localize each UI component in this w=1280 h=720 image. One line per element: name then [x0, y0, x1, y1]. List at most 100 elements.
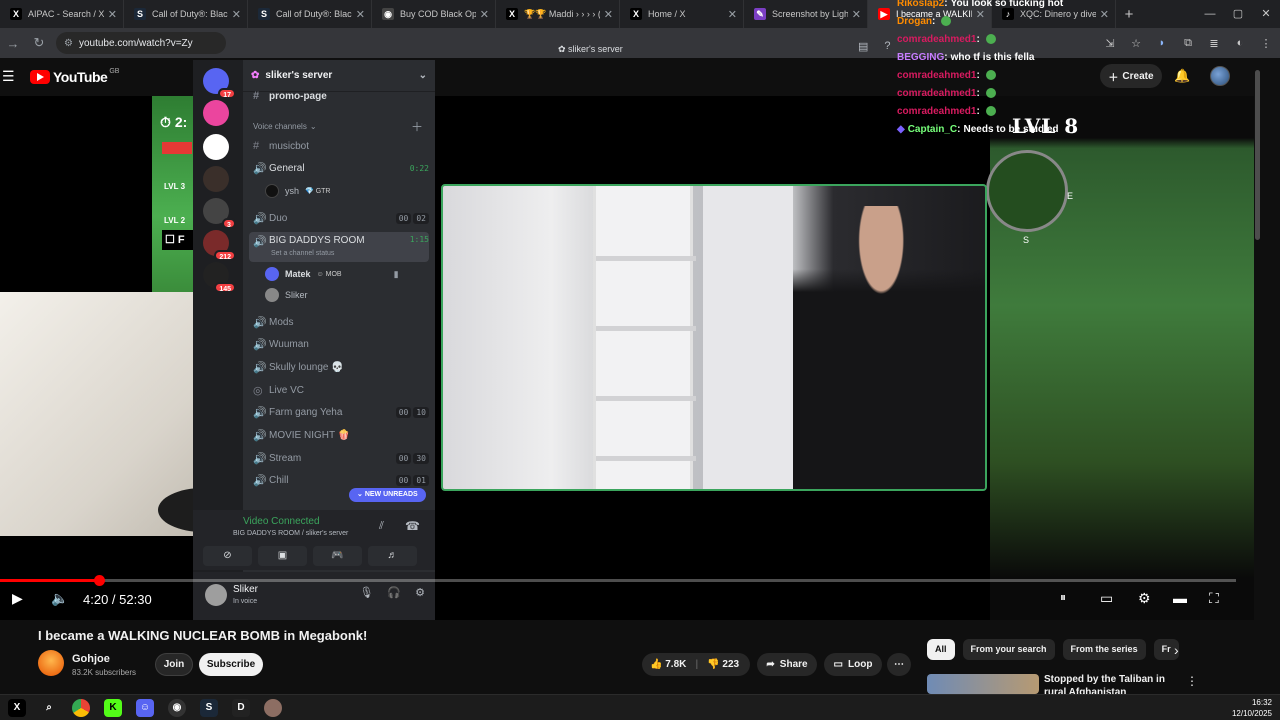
filter-chip[interactable]: From the series [1062, 639, 1146, 660]
new-unreads-button[interactable]: ⌄ NEW UNREADS [349, 488, 426, 502]
server-icon[interactable]: 17 [203, 68, 236, 99]
forward-icon[interactable]: → [0, 36, 26, 51]
chips-next-icon[interactable]: › [1174, 642, 1179, 658]
discord-app-icon[interactable]: ☺ [136, 698, 154, 717]
hamburger-menu-icon[interactable]: ☰ [2, 68, 15, 85]
settings-hd-icon[interactable]: ⚙ [1138, 590, 1151, 607]
camera-off-button[interactable]: ⊘ [203, 546, 252, 566]
tab-close-icon[interactable]: ✕ [356, 8, 365, 21]
noise-suppression-icon[interactable]: ⫽ [379, 520, 384, 533]
browser-tab[interactable]: ✎ Screenshot by Lightshot ✕ [744, 0, 868, 28]
subscribe-button[interactable]: Subscribe [199, 653, 263, 676]
channel-skully-lounge[interactable]: 🔊 Skully lounge 💀 [249, 357, 429, 377]
account-avatar[interactable] [1210, 66, 1230, 86]
headphones-icon[interactable]: 🎧 [387, 586, 401, 599]
discord-video-tile[interactable] [441, 184, 987, 491]
progress-scrubber[interactable] [93, 575, 105, 586]
chevron-down-icon[interactable]: ⌄ [419, 70, 427, 81]
chat-username[interactable]: comradeahmed1 [897, 34, 976, 45]
disconnect-icon[interactable]: ☎ [405, 519, 420, 533]
scrollbar-thumb[interactable] [1255, 70, 1260, 240]
tab-close-icon[interactable]: ✕ [604, 8, 613, 21]
obs-icon[interactable]: ◉ [168, 698, 186, 717]
video-progress-bar[interactable] [0, 575, 1236, 586]
theater-mode-icon[interactable]: ▬ [1173, 590, 1187, 606]
share-button[interactable]: ➦ Share [757, 653, 817, 676]
recommendation-menu-icon[interactable]: ⋮ [1186, 674, 1198, 688]
voice-channels-section[interactable]: Voice channels ⌄ ＋ [249, 116, 429, 136]
chat-username[interactable]: comradeahmed1 [897, 70, 976, 81]
system-clock[interactable]: 16:32 12/10/2025 [1232, 697, 1272, 719]
microphone-icon[interactable]: 🎙 [359, 586, 373, 599]
browser-tab[interactable]: X AIPAC - Search / X ✕ [0, 0, 124, 28]
channel-chill[interactable]: 🔊 Chill 00 01 [249, 470, 429, 490]
chat-username[interactable]: comradeahmed1 [897, 106, 976, 117]
inbox-icon[interactable]: ▤ [858, 40, 868, 53]
channel-promo-page[interactable]: # promo-page [249, 86, 429, 106]
volume-icon[interactable]: 🔈 [51, 590, 68, 607]
channel-duo[interactable]: 🔊 Duo 00 02 [249, 208, 429, 228]
reading-list-icon[interactable]: ≣ [1206, 37, 1222, 50]
browser-tab[interactable]: S Call of Duty®: Black Ops 7 ✕ [248, 0, 372, 28]
channel-musicbot[interactable]: # musicbot [249, 136, 429, 156]
extension-audio-icon[interactable]: ◗ [1154, 37, 1170, 49]
server-icon[interactable] [203, 166, 229, 192]
notifications-bell-icon[interactable]: 🔔 [1174, 68, 1190, 84]
channel-wuuman[interactable]: 🔊 Wuuman [249, 334, 429, 354]
channel-farm-gang-yeha[interactable]: 🔊 Farm gang Yeha 00 10 [249, 402, 429, 422]
browser-tab[interactable]: ◉ Buy COD Black Ops 2 ✕ [372, 0, 496, 28]
join-button[interactable]: Join [155, 653, 193, 676]
install-icon[interactable]: ⇲ [1102, 37, 1118, 50]
server-icon[interactable] [203, 134, 229, 160]
chat-username[interactable]: BEGGING [897, 52, 944, 63]
youtube-logo[interactable]: YouTube GB [30, 68, 119, 85]
bookmark-star-icon[interactable]: ☆ [1128, 37, 1144, 50]
user-avatar[interactable] [205, 584, 227, 606]
loop-button[interactable]: ▭ Loop [824, 653, 882, 676]
filter-chip[interactable]: From your search [962, 639, 1055, 660]
channel-live-vc[interactable]: ◎ Live VC [249, 380, 429, 400]
chat-username[interactable]: Drogan [897, 16, 932, 27]
screen-share-button[interactable]: ▣ [258, 546, 307, 566]
browser-tab[interactable]: X 🏆🏆 Maddi › › › › (@ ✕ [496, 0, 620, 28]
autoplay-toggle[interactable]: ⏸ [1060, 590, 1066, 605]
profile-app-icon[interactable] [264, 698, 282, 717]
like-button[interactable]: 👍 7.8K [650, 659, 686, 670]
help-icon[interactable]: ? [884, 40, 890, 53]
voice-user-matek[interactable]: Matek ☺ MOB ▮ [265, 265, 399, 283]
browser-tab[interactable]: X Home / X ✕ [620, 0, 744, 28]
browser-tab[interactable]: S Call of Duty®: Black Ops 7 ✕ [124, 0, 248, 28]
voice-user-ysh[interactable]: ysh 💎 GTR [265, 182, 330, 200]
channel-mods[interactable]: 🔊 Mods [249, 312, 429, 332]
server-icon[interactable]: 145 [203, 262, 236, 293]
soundboard-button[interactable]: ♬ [368, 546, 417, 566]
play-icon[interactable]: ▶ [12, 590, 23, 607]
channel-movie-night[interactable]: 🔊 MOVIE NIGHT 🍿 [249, 425, 429, 445]
chat-username[interactable]: Captain_C [908, 124, 957, 135]
tab-close-icon[interactable]: ✕ [728, 8, 737, 21]
tab-close-icon[interactable]: ✕ [232, 8, 241, 21]
chat-username[interactable]: Rikoslap2 [897, 0, 944, 9]
settings-gear-icon[interactable]: ⚙ [415, 586, 425, 599]
reload-icon[interactable]: ↻ [26, 35, 52, 51]
tab-close-icon[interactable]: ✕ [1100, 8, 1109, 21]
kick-app-icon[interactable]: K [104, 698, 122, 717]
site-info-icon[interactable]: ⚙ [64, 38, 73, 49]
dbd-game-icon[interactable]: D [232, 698, 250, 717]
server-icon[interactable]: 3 [203, 198, 236, 229]
server-icon[interactable]: 212 [203, 230, 236, 261]
dislike-button[interactable]: 👎 223 [707, 659, 739, 670]
channel-general[interactable]: 🔊 General 0:22 [249, 158, 429, 178]
filter-chip[interactable]: All [927, 639, 955, 660]
tab-close-icon[interactable]: ✕ [108, 8, 117, 21]
channel-stream[interactable]: 🔊 Stream 00 30 [249, 448, 429, 468]
extensions-puzzle-icon[interactable]: ⧉ [1180, 37, 1196, 50]
subtitles-icon[interactable]: ▭ [1100, 590, 1113, 607]
voice-channel-path[interactable]: BIG DADDYS ROOM / sliker's server [233, 530, 348, 537]
more-actions-icon[interactable]: ⋯ [887, 653, 911, 676]
url-field[interactable]: ⚙ youtube.com/watch?v=Zy [56, 32, 226, 54]
steam-icon[interactable]: S [200, 698, 218, 717]
server-icon[interactable] [203, 100, 229, 126]
recommendation-thumbnail[interactable] [927, 674, 1039, 694]
tab-close-icon[interactable]: ✕ [852, 8, 861, 21]
